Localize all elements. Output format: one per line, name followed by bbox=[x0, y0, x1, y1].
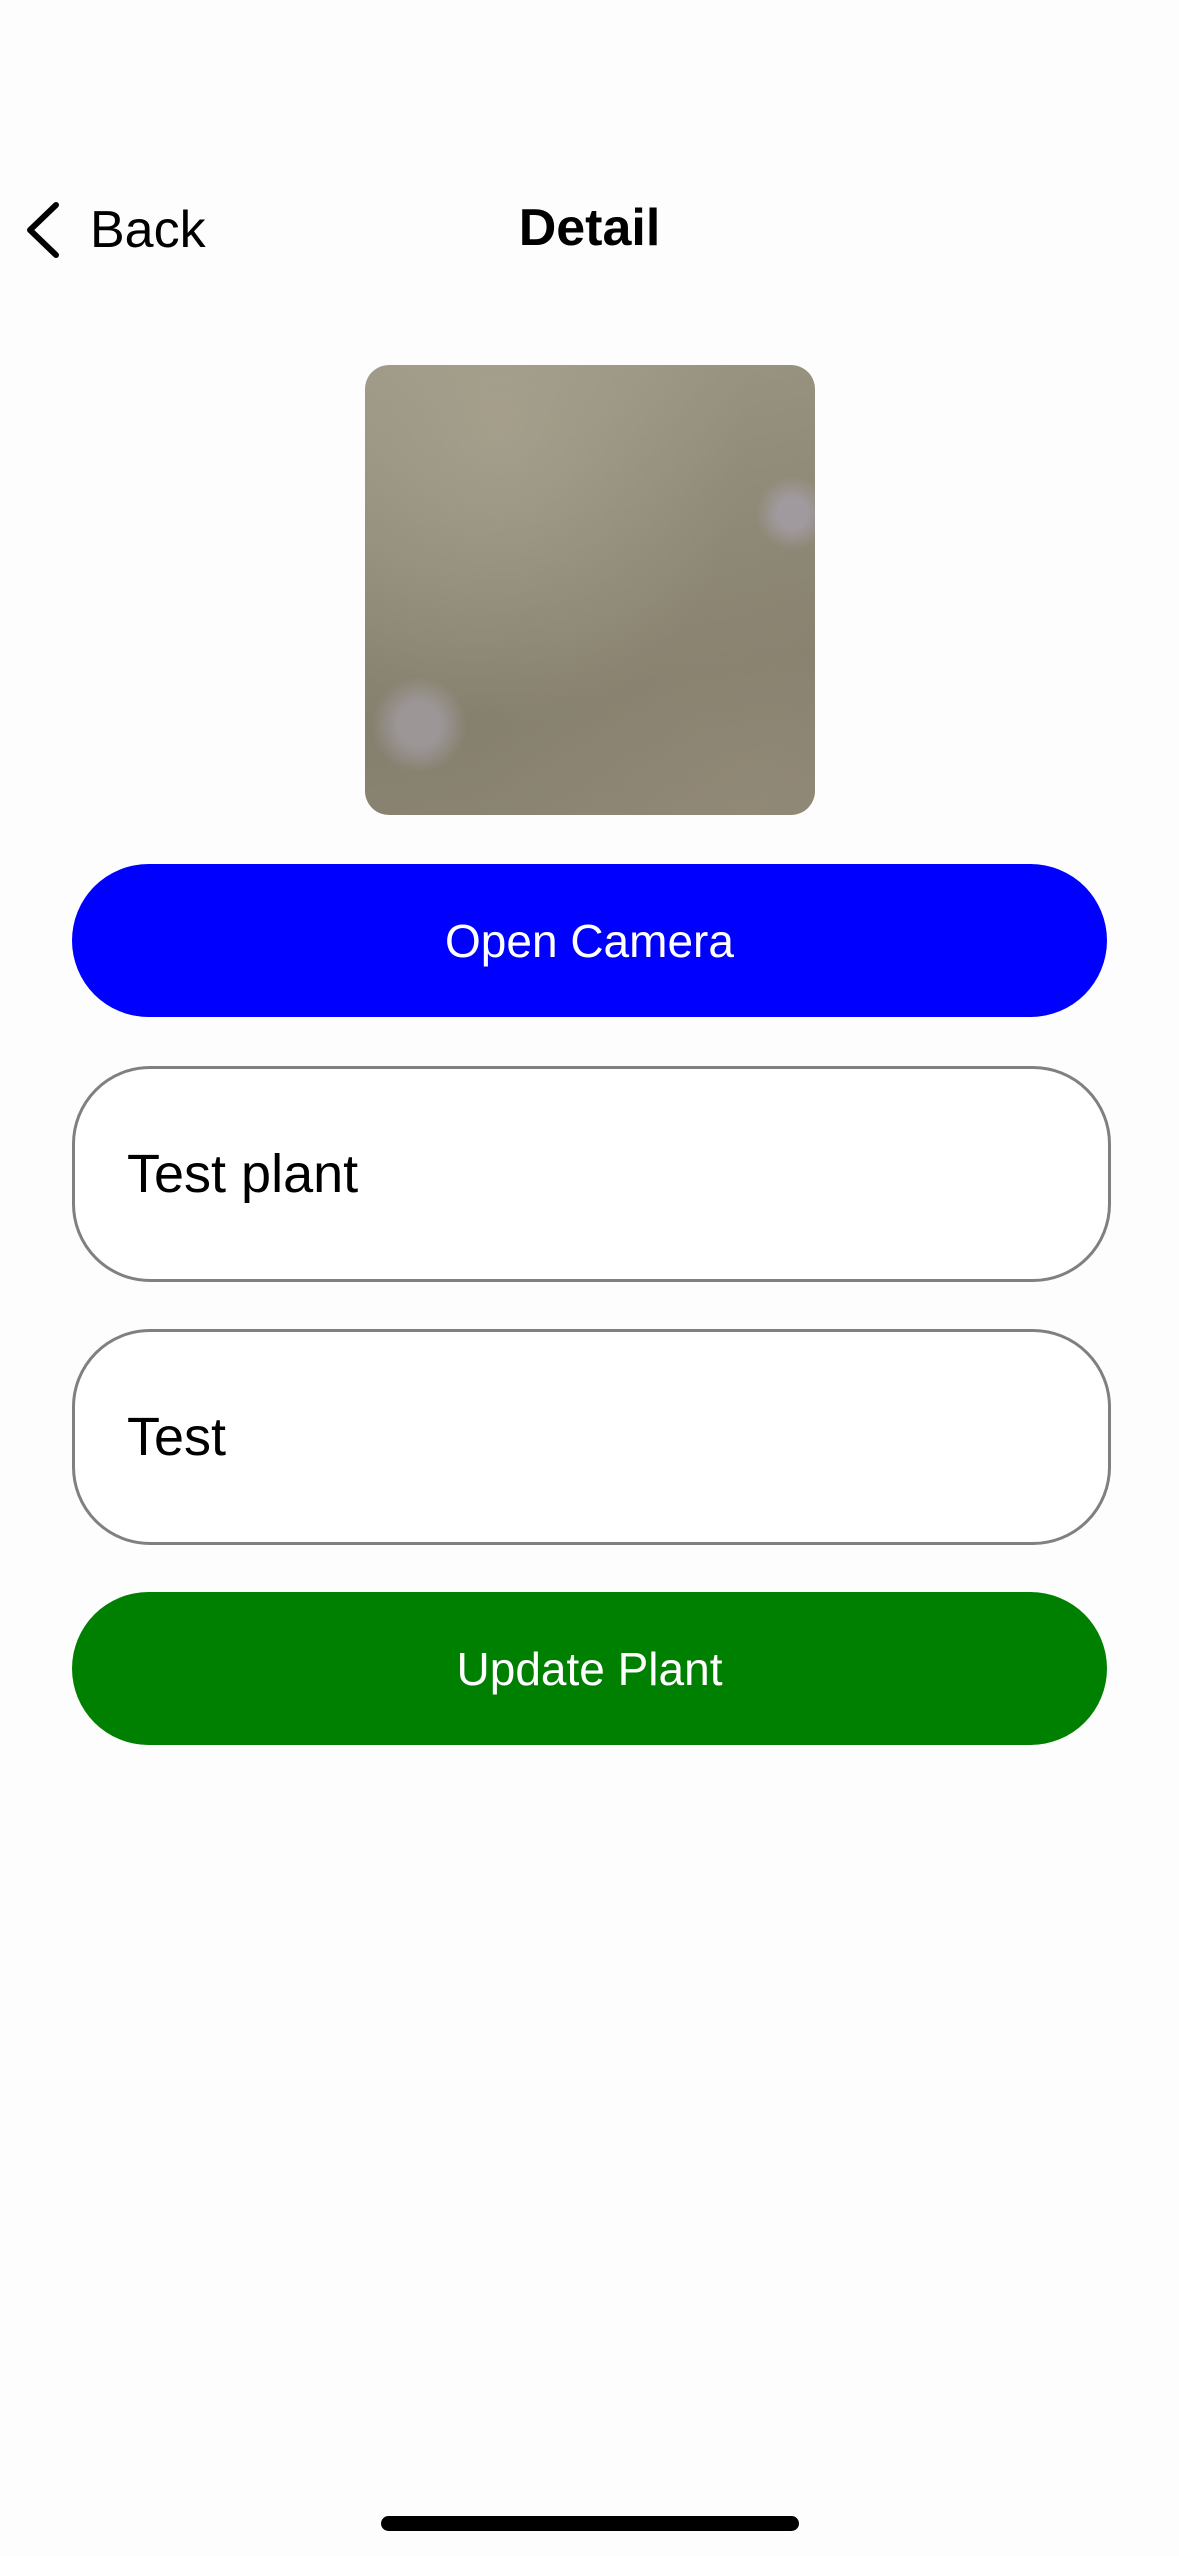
plant-description-input[interactable] bbox=[75, 1332, 1108, 1542]
detail-screen: Back Detail Open Camera Update Plant bbox=[0, 0, 1179, 2556]
plant-name-field[interactable] bbox=[72, 1066, 1111, 1282]
plant-name-input[interactable] bbox=[75, 1069, 1108, 1279]
navigation-bar: Back Detail bbox=[0, 180, 1179, 280]
page-title: Detail bbox=[518, 199, 661, 257]
update-plant-button[interactable]: Update Plant bbox=[72, 1592, 1107, 1745]
open-camera-button[interactable]: Open Camera bbox=[72, 864, 1107, 1017]
plant-photo bbox=[365, 365, 815, 815]
home-indicator[interactable] bbox=[381, 2516, 799, 2531]
plant-description-field[interactable] bbox=[72, 1329, 1111, 1545]
